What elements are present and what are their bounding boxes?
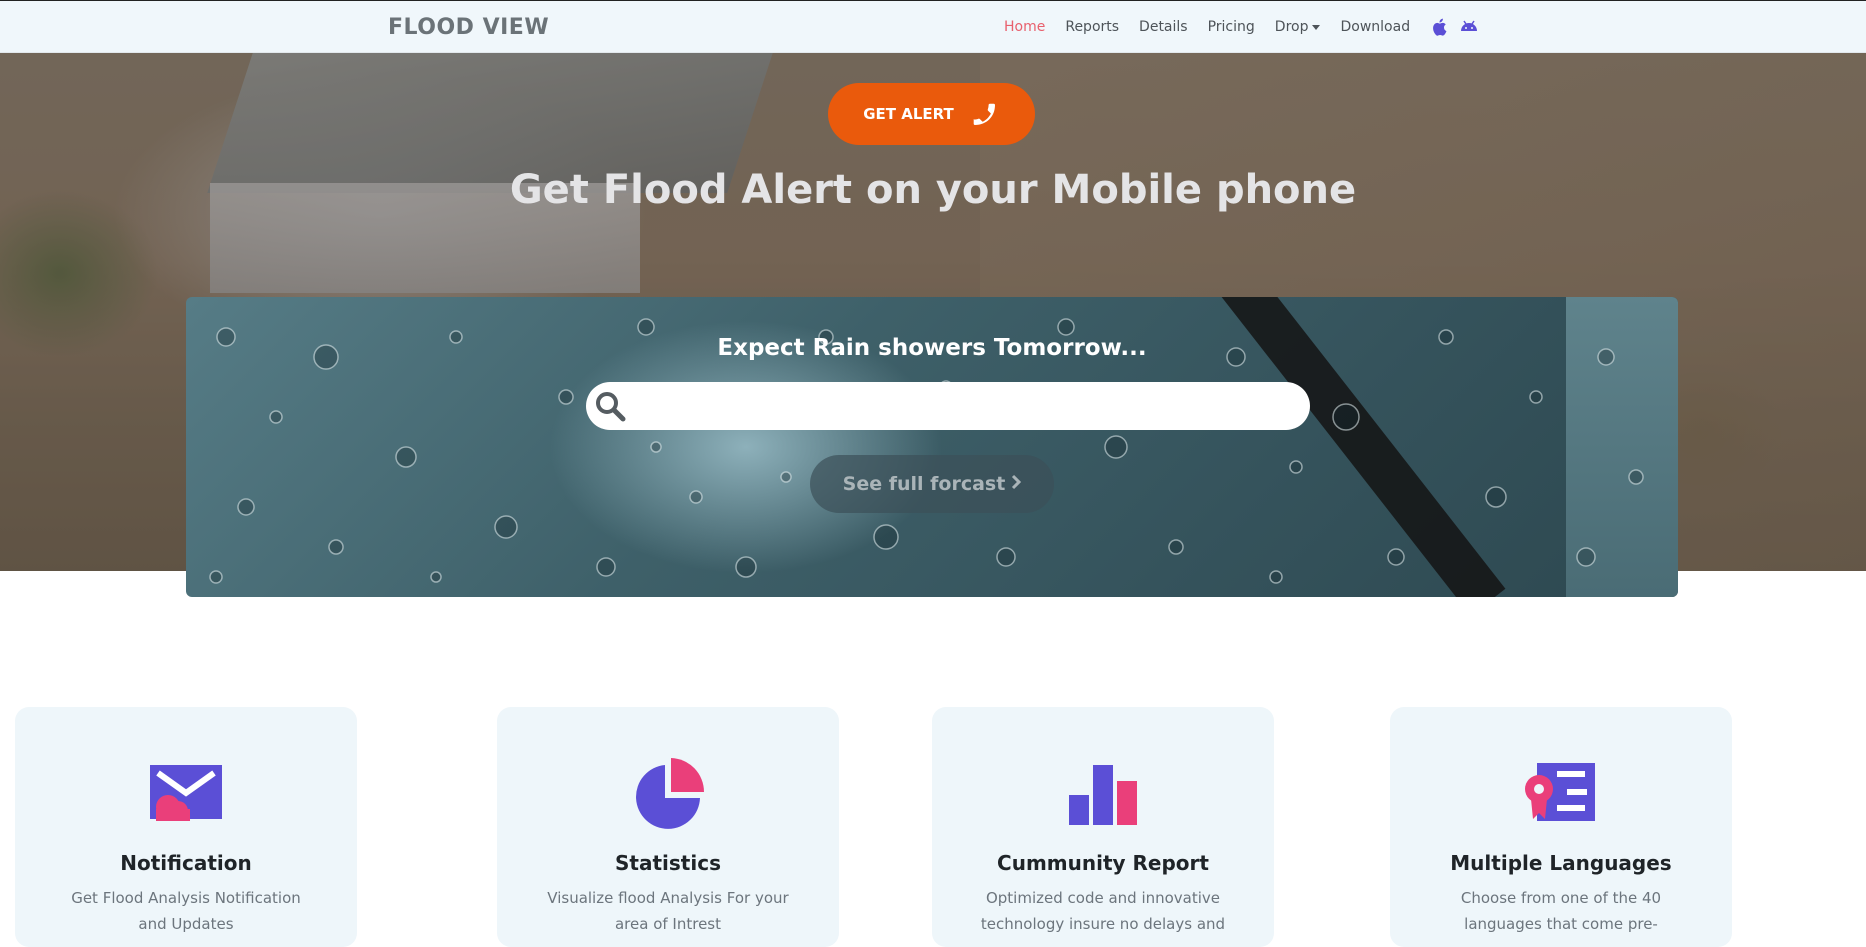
nav-drop-label: Drop (1274, 19, 1309, 35)
pie-chart-icon (632, 757, 704, 829)
search-input[interactable] (634, 390, 1294, 422)
see-full-forecast-button[interactable]: See full forcast (810, 455, 1054, 513)
bar-chart-icon (1067, 757, 1139, 829)
nav-pricing[interactable]: Pricing (1208, 19, 1255, 35)
search-bar (586, 382, 1310, 430)
chevron-right-icon (1011, 473, 1022, 495)
brand-logo[interactable]: FLOOD VIEW (388, 15, 549, 40)
forecast-panel: Expect Rain showers Tomorrow... See full… (186, 297, 1678, 597)
apple-icon[interactable] (1430, 17, 1452, 37)
nav-reports[interactable]: Reports (1065, 19, 1119, 35)
feature-description: Optimized code and innovative technology… (980, 889, 1226, 933)
navbar: FLOOD VIEW Home Reports Details Pricing … (0, 0, 1866, 53)
feature-card-statistics: Statistics Visualize flood Analysis For … (497, 707, 839, 947)
language-icon (1525, 757, 1597, 829)
feature-description: Choose from one of the 40 languages that… (1460, 889, 1662, 933)
feature-card-notification: Notification Get Flood Analysis Notifica… (15, 707, 357, 947)
feature-title: Multiple Languages (1450, 851, 1672, 875)
nav-drop-dropdown[interactable]: Drop (1275, 19, 1321, 35)
feature-description: Visualize flood Analysis For your area o… (547, 889, 789, 933)
forecast-title: Expect Rain showers Tomorrow... (717, 335, 1147, 361)
phone-icon (973, 103, 995, 125)
nav-details[interactable]: Details (1139, 19, 1188, 35)
caret-down-icon (1312, 24, 1321, 30)
mail-icon (150, 757, 222, 829)
nav-menu: Home Reports Details Pricing Drop Downlo… (1004, 17, 1486, 37)
get-alert-button[interactable]: GET ALERT (828, 83, 1035, 145)
nav-home[interactable]: Home (1004, 19, 1045, 35)
see-full-forecast-label: See full forcast (842, 473, 1006, 495)
search-icon[interactable] (592, 388, 628, 424)
feature-card-languages: Multiple Languages Choose from one of th… (1390, 707, 1732, 947)
feature-title: Cummunity Report (997, 851, 1209, 875)
feature-title: Statistics (615, 851, 721, 875)
feature-title: Notification (120, 851, 252, 875)
nav-download[interactable]: Download (1340, 19, 1410, 35)
hero-title: Get Flood Alert on your Mobile phone (509, 167, 1357, 213)
feature-card-community-report: Cummunity Report Optimized code and inno… (932, 707, 1274, 947)
get-alert-label: GET ALERT (863, 105, 954, 123)
android-icon[interactable] (1458, 17, 1480, 37)
feature-description: Get Flood Analysis Notification and Upda… (71, 889, 301, 933)
